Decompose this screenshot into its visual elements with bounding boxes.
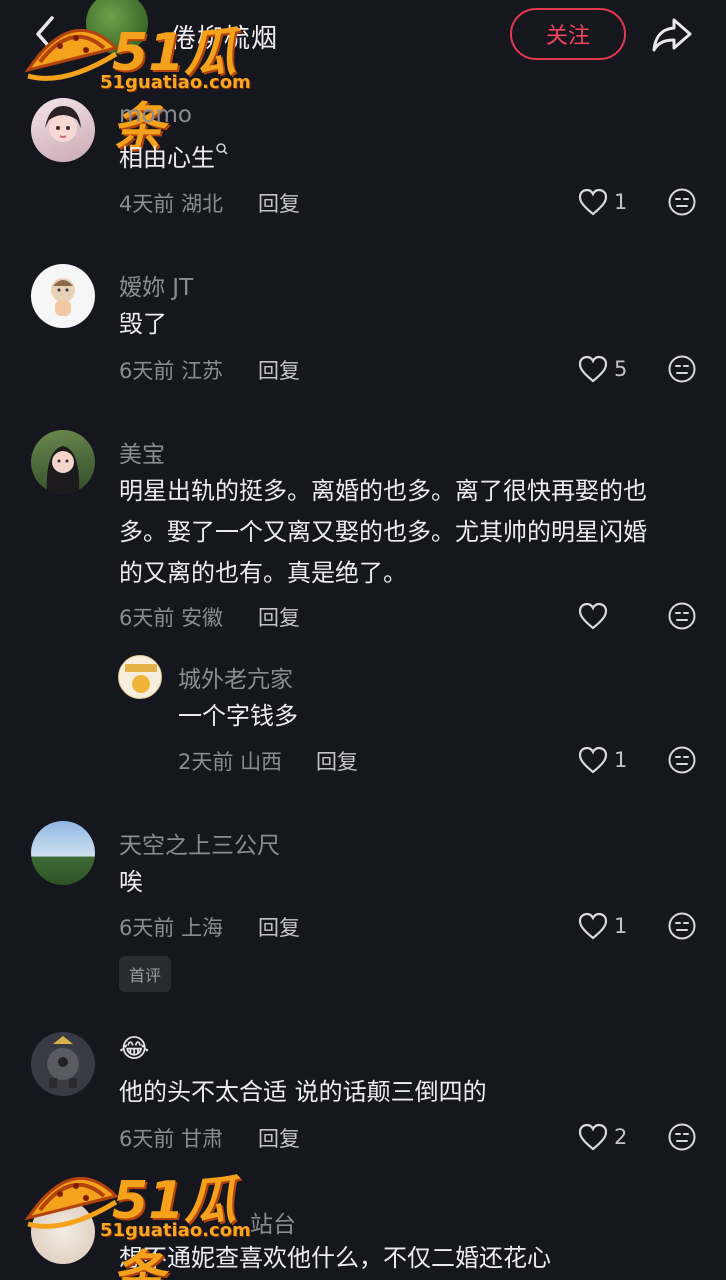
avatar[interactable] — [31, 821, 95, 885]
heart-icon[interactable] — [578, 355, 608, 383]
comment-text: 明星出轨的挺多。离婚的也多。离了很快再娶的也 多。娶了一个又离又娶的也多。尤其帅… — [119, 477, 647, 587]
like-count: 5 — [614, 357, 628, 381]
username[interactable]: 美宝 — [119, 435, 165, 469]
like-button[interactable] — [578, 188, 608, 220]
comment-meta: 4天前 湖北 — [119, 192, 224, 216]
like-count: 2 — [614, 1125, 628, 1149]
watermark-text: 51瓜条 — [112, 1171, 237, 1280]
emoji: 😂 — [119, 1034, 150, 1064]
avatar[interactable] — [31, 98, 95, 162]
comment-meta: 6天前 甘肃 — [119, 1127, 224, 1151]
heart-icon[interactable] — [578, 188, 608, 216]
heart-icon[interactable] — [578, 1123, 608, 1151]
like-button[interactable] — [578, 355, 608, 387]
watermark-logo: 51瓜条 51guatiao.com — [24, 10, 284, 158]
like-count: 1 — [614, 914, 628, 938]
comment-text: 相由心生 — [119, 138, 229, 179]
follow-button[interactable]: 关注 — [510, 8, 626, 60]
avatar[interactable] — [118, 655, 162, 699]
first-comment-badge: 首评 — [119, 956, 172, 992]
search-icon[interactable] — [215, 142, 229, 156]
reply-button[interactable]: 回复 — [258, 912, 300, 942]
comment-text: 唉 — [119, 868, 143, 896]
like-count: 1 — [614, 748, 628, 772]
watermark-url: 51guatiao.com — [100, 72, 251, 93]
heart-icon[interactable] — [578, 746, 608, 774]
watermark-logo: 51瓜条 51guatiao.com — [24, 1158, 284, 1280]
comment-text: 他的头不太合适 说的话颠三倒四的 — [119, 1078, 487, 1106]
reply-button[interactable]: 回复 — [258, 188, 300, 218]
username[interactable]: 城外老亢家 — [178, 660, 293, 694]
reply-button[interactable]: 回复 — [258, 1123, 300, 1153]
avatar[interactable] — [31, 430, 95, 494]
reply-button[interactable]: 回复 — [258, 355, 300, 385]
watermark-url: 51guatiao.com — [100, 1220, 251, 1241]
heart-icon[interactable] — [578, 602, 608, 630]
dislike-icon[interactable] — [667, 187, 697, 221]
avatar[interactable] — [31, 1032, 95, 1096]
dislike-icon[interactable] — [667, 745, 697, 779]
like-button[interactable] — [578, 746, 608, 778]
comment-meta: 6天前 上海 — [119, 916, 224, 940]
dislike-icon[interactable] — [667, 601, 697, 635]
comment-meta: 6天前 江苏 — [119, 359, 224, 383]
heart-icon[interactable] — [578, 912, 608, 940]
dislike-icon[interactable] — [667, 1122, 697, 1156]
username[interactable]: 嫒妳 JT — [119, 268, 193, 302]
reply-button[interactable]: 回复 — [316, 746, 358, 776]
username[interactable]: momo — [119, 102, 192, 128]
comment-text: 一个字钱多 — [178, 702, 298, 730]
dislike-icon[interactable] — [667, 911, 697, 945]
share-icon[interactable] — [650, 14, 694, 54]
like-button[interactable] — [578, 1123, 608, 1155]
like-button[interactable] — [578, 912, 608, 944]
like-count: 1 — [614, 190, 628, 214]
avatar[interactable] — [31, 264, 95, 328]
like-button[interactable] — [578, 602, 608, 634]
reply-button[interactable]: 回复 — [258, 602, 300, 632]
dislike-icon[interactable] — [667, 354, 697, 388]
username[interactable]: 天空之上三公尺 — [119, 826, 280, 860]
comment-text: 毁了 — [119, 310, 167, 338]
comment-meta: 6天前 安徽 — [119, 606, 224, 630]
comment-meta: 2天前 山西 — [178, 750, 283, 774]
